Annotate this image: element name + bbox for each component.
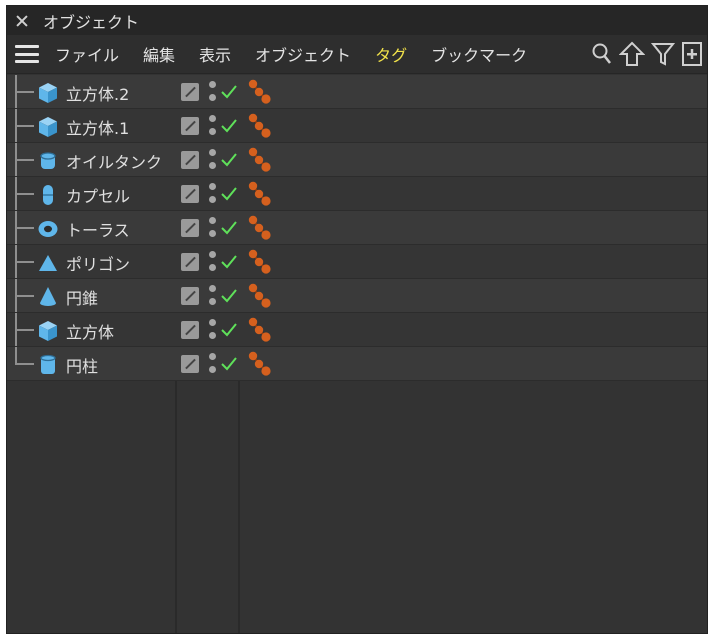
cube-icon <box>37 82 59 103</box>
cone-icon <box>37 286 59 306</box>
object-row[interactable]: ポリゴン <box>7 245 707 279</box>
object-name[interactable]: トーラス <box>66 217 130 241</box>
layer-icon[interactable] <box>181 355 199 373</box>
layer-icon[interactable] <box>181 287 199 305</box>
tag-icon[interactable] <box>245 248 273 276</box>
cube-icon <box>37 116 59 137</box>
up-arrow-icon[interactable] <box>619 41 645 67</box>
visibility-dots-icon[interactable] <box>209 183 217 205</box>
layer-icon[interactable] <box>181 253 199 271</box>
object-row[interactable]: 円柱 <box>7 347 707 381</box>
capsule-icon <box>37 184 59 205</box>
visibility-dots-icon[interactable] <box>209 115 217 137</box>
tree-branch <box>15 363 34 365</box>
visibility-dots-icon[interactable] <box>209 149 217 171</box>
layer-icon[interactable] <box>181 219 199 237</box>
menu-items: ファイル 編集 表示 オブジェクト タグ ブックマーク <box>55 42 551 66</box>
tree-branch <box>15 91 34 93</box>
object-name[interactable]: 円錐 <box>66 285 98 309</box>
menu-item[interactable]: ブックマーク <box>431 42 527 66</box>
window-title: オブジェクト <box>43 12 140 32</box>
enabled-check-icon[interactable] <box>220 252 238 270</box>
object-row[interactable]: カプセル <box>7 177 707 211</box>
layer-icon[interactable] <box>181 185 199 203</box>
tag-icon[interactable] <box>245 180 273 208</box>
cylinder-icon <box>37 354 59 374</box>
layer-icon[interactable] <box>181 151 199 169</box>
object-row[interactable]: 立方体 <box>7 313 707 347</box>
menu-bar: ファイル 編集 表示 オブジェクト タグ ブックマーク <box>7 35 707 74</box>
tag-icon[interactable] <box>245 316 273 344</box>
enabled-check-icon[interactable] <box>220 218 238 236</box>
title-bar: オブジェクト <box>7 6 707 35</box>
tag-icon[interactable] <box>245 146 273 174</box>
search-icon[interactable] <box>591 42 613 66</box>
tree-branch <box>15 227 34 229</box>
cube-icon <box>37 320 59 341</box>
object-name[interactable]: 立方体 <box>66 319 114 343</box>
polygon-icon <box>37 252 59 272</box>
tree-branch <box>15 295 34 297</box>
object-name[interactable]: オイルタンク <box>66 149 162 173</box>
layer-icon[interactable] <box>181 321 199 339</box>
enabled-check-icon[interactable] <box>220 286 238 304</box>
menu-item[interactable]: 編集 <box>143 42 175 66</box>
menu-item[interactable]: ファイル <box>55 42 119 66</box>
tree-branch <box>15 329 34 331</box>
tree-branch <box>15 159 34 161</box>
object-name[interactable]: 円柱 <box>66 353 98 377</box>
object-name[interactable]: 立方体.1 <box>66 115 129 139</box>
object-row[interactable]: 円錐 <box>7 279 707 313</box>
tag-icon[interactable] <box>245 214 273 242</box>
enabled-check-icon[interactable] <box>220 354 238 372</box>
object-name[interactable]: カプセル <box>66 183 130 207</box>
visibility-dots-icon[interactable] <box>209 251 217 273</box>
object-manager-panel: オブジェクト ファイル 編集 表示 オブジェクト タグ ブックマーク 立方体.2 立方体.1… <box>6 5 708 634</box>
tag-icon[interactable] <box>245 78 273 106</box>
tree-branch <box>15 125 34 127</box>
oil-tank-icon <box>37 150 59 170</box>
visibility-dots-icon[interactable] <box>209 285 217 307</box>
new-window-icon[interactable] <box>681 41 703 67</box>
filter-icon[interactable] <box>651 41 675 67</box>
object-list: 立方体.2 立方体.1 オイルタンク カプセルトーラスポリゴン円錐立方体円柱 <box>7 75 707 381</box>
visibility-dots-icon[interactable] <box>209 217 217 239</box>
enabled-check-icon[interactable] <box>220 320 238 338</box>
tag-icon[interactable] <box>245 350 273 378</box>
menu-item[interactable]: オブジェクト <box>255 42 351 66</box>
object-row[interactable]: トーラス <box>7 211 707 245</box>
tree-branch <box>15 261 34 263</box>
torus-icon <box>37 218 59 238</box>
enabled-check-icon[interactable] <box>220 184 238 202</box>
object-name[interactable]: ポリゴン <box>66 251 130 275</box>
visibility-dots-icon[interactable] <box>209 353 217 375</box>
object-row[interactable]: 立方体.1 <box>7 109 707 143</box>
enabled-check-icon[interactable] <box>220 150 238 168</box>
tag-icon[interactable] <box>245 112 273 140</box>
toolbar-tools <box>585 41 703 67</box>
menu-item[interactable]: タグ <box>375 42 407 66</box>
hamburger-menu-icon[interactable] <box>15 45 39 63</box>
menu-item[interactable]: 表示 <box>199 42 231 66</box>
close-icon[interactable] <box>15 14 29 28</box>
object-name[interactable]: 立方体.2 <box>66 81 129 105</box>
tree-branch <box>15 193 34 195</box>
tree-line <box>15 347 17 364</box>
layer-icon[interactable] <box>181 83 199 101</box>
visibility-dots-icon[interactable] <box>209 319 217 341</box>
enabled-check-icon[interactable] <box>220 116 238 134</box>
layer-icon[interactable] <box>181 117 199 135</box>
tag-icon[interactable] <box>245 282 273 310</box>
visibility-dots-icon[interactable] <box>209 81 217 103</box>
object-row[interactable]: オイルタンク <box>7 143 707 177</box>
object-row[interactable]: 立方体.2 <box>7 75 707 109</box>
enabled-check-icon[interactable] <box>220 82 238 100</box>
